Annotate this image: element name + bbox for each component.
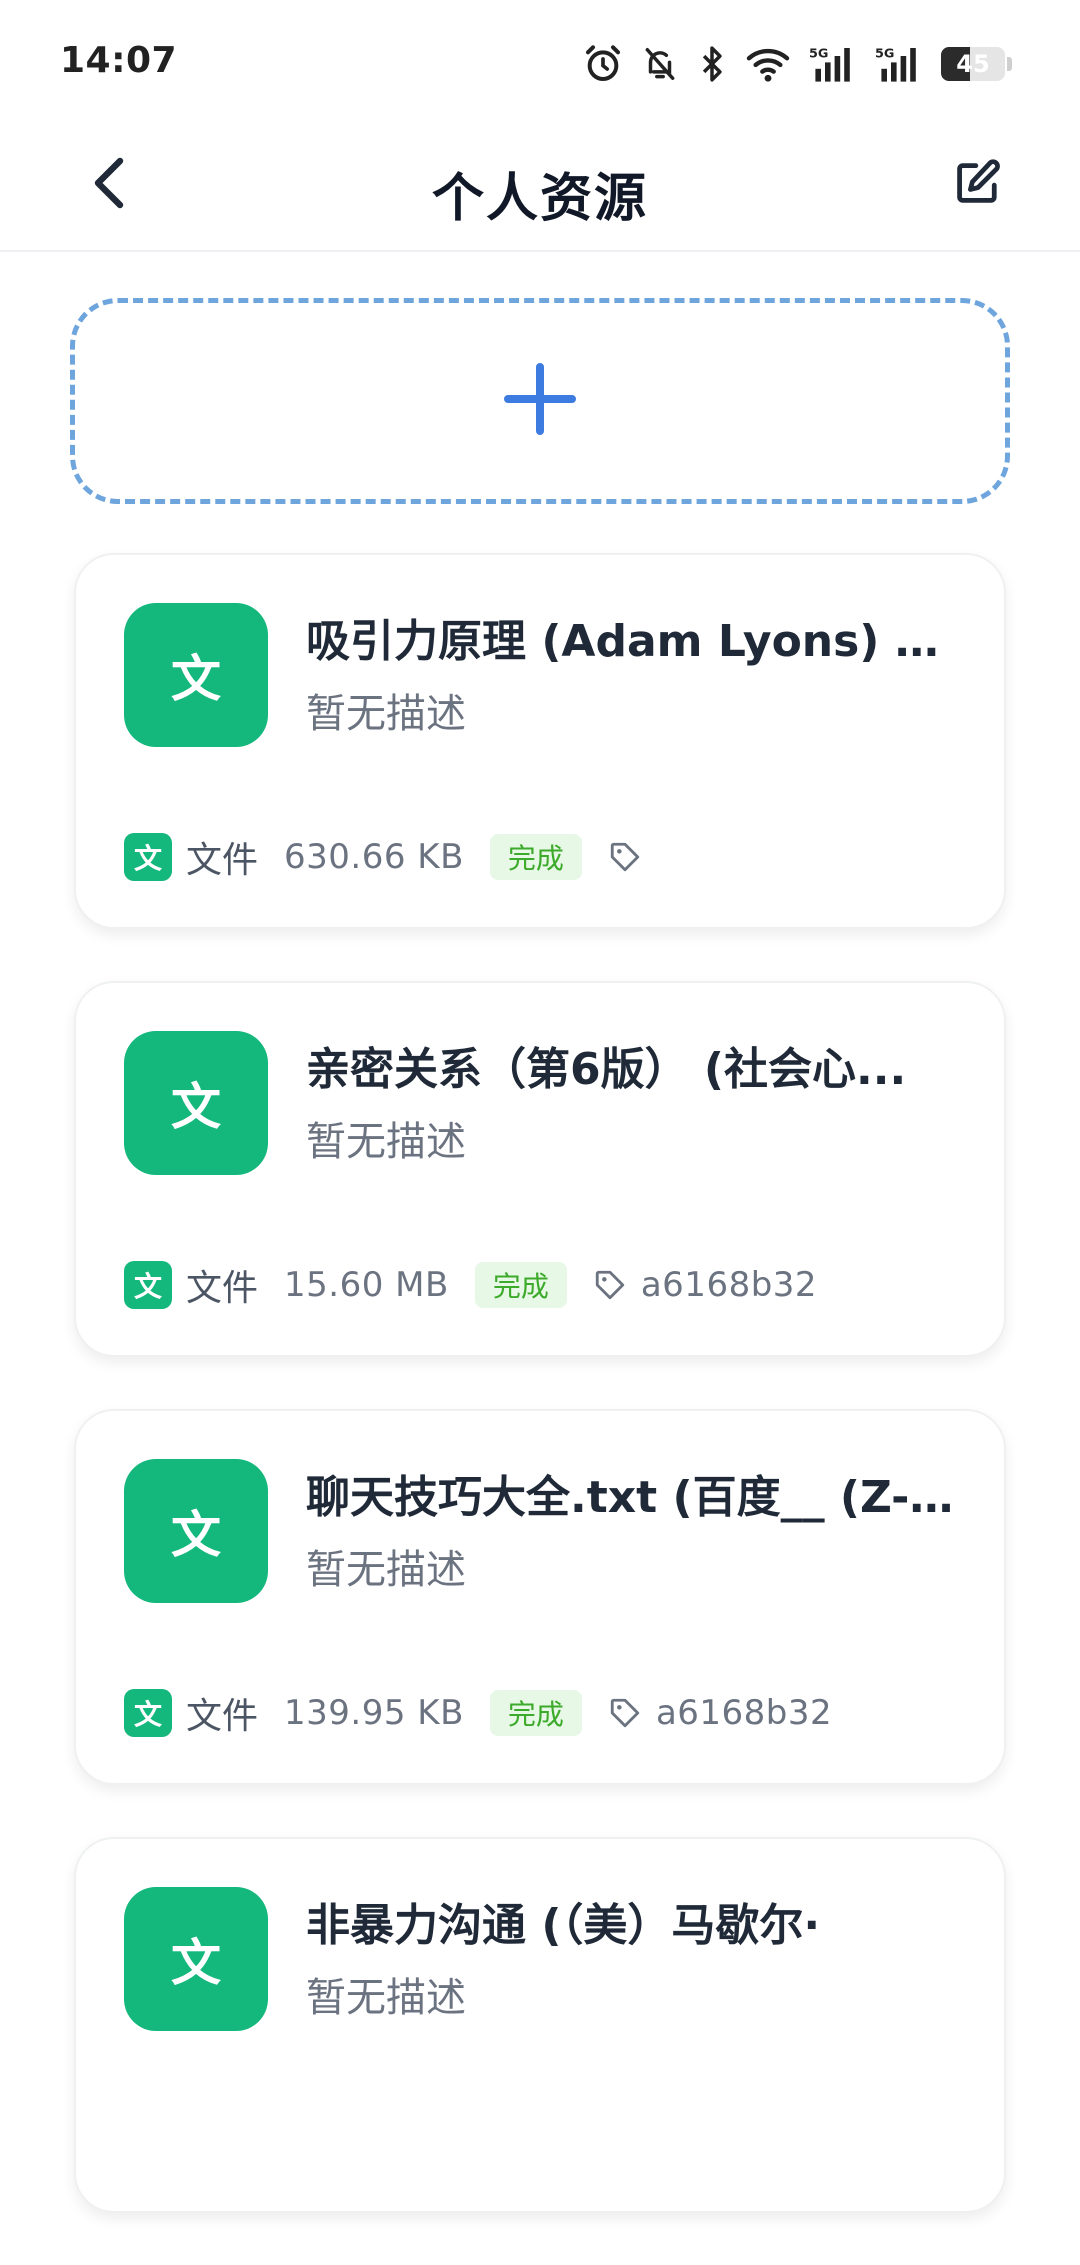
file-avatar-icon: 文 xyxy=(124,1031,268,1175)
resource-card[interactable]: 文 非暴力沟通 (（美）马歇尔· 暂无描述 xyxy=(74,1837,1006,2213)
file-type-icon: 文 xyxy=(124,1689,172,1737)
resource-description: 暂无描述 xyxy=(306,1975,466,2021)
file-type-icon: 文 xyxy=(124,833,172,881)
resource-meta: 文 文件 15.60 MB 完成 a6168b32 xyxy=(124,1261,817,1309)
file-size: 15.60 MB xyxy=(284,1265,449,1305)
tag-icon[interactable] xyxy=(593,1268,627,1302)
resource-title: 非暴力沟通 (（美）马歇尔· xyxy=(306,1900,821,1951)
status-time: 14:07 xyxy=(60,40,178,81)
battery-level: 45 xyxy=(956,50,990,78)
file-avatar-icon: 文 xyxy=(124,603,268,747)
tag-icon[interactable] xyxy=(608,840,642,874)
page-title: 个人资源 xyxy=(431,169,648,229)
add-resource-button[interactable] xyxy=(70,298,1010,504)
resource-card[interactable]: 文 聊天技巧大全.txt (百度__ (Z-... 暂无描述 文 文件 139.… xyxy=(74,1409,1006,1785)
signal-5g-icon: 5G xyxy=(809,44,857,84)
resource-description: 暂无描述 xyxy=(306,1119,466,1165)
header: 个人资源 xyxy=(0,120,1080,252)
tag-text: a6168b32 xyxy=(640,1265,818,1305)
resource-description: 暂无描述 xyxy=(306,1547,466,1593)
status-badge: 完成 xyxy=(489,1690,582,1736)
signal-5g-icon: 5G xyxy=(875,44,923,84)
status-badge: 完成 xyxy=(489,834,582,880)
file-type-label: 文件 xyxy=(186,840,259,881)
wifi-icon xyxy=(745,45,791,83)
file-avatar-icon: 文 xyxy=(124,1459,268,1603)
svg-text:5G: 5G xyxy=(875,47,894,62)
edit-button[interactable] xyxy=(948,155,1008,215)
resource-card[interactable]: 文 亲密关系（第6版） (社会心... 暂无描述 文 文件 15.60 MB 完… xyxy=(74,981,1006,1357)
tag-text: a6168b32 xyxy=(655,1693,833,1733)
resource-list: 文 吸引力原理 (Adam Lyons) (... 暂无描述 文 文件 630.… xyxy=(74,553,1006,2265)
resource-description: 暂无描述 xyxy=(306,691,466,737)
tag-icon[interactable] xyxy=(608,1696,642,1730)
status-icons: 5G 5G 45 xyxy=(583,42,1012,86)
file-size: 630.66 KB xyxy=(284,837,464,877)
file-type-label: 文件 xyxy=(186,1268,259,1309)
file-size: 139.95 KB xyxy=(284,1693,464,1733)
bluetooth-icon xyxy=(697,45,727,83)
resource-title: 聊天技巧大全.txt (百度__ (Z-... xyxy=(306,1472,956,1523)
file-avatar-icon: 文 xyxy=(124,1887,268,2031)
file-type-label: 文件 xyxy=(186,1696,259,1737)
status-badge: 完成 xyxy=(474,1262,567,1308)
edit-icon xyxy=(952,157,1004,213)
battery-icon: 45 xyxy=(941,47,1005,81)
battery-nub xyxy=(1007,57,1012,71)
plus-icon xyxy=(500,359,580,443)
resource-title: 亲密关系（第6版） (社会心... xyxy=(306,1044,907,1095)
bell-muted-icon xyxy=(641,45,679,83)
svg-text:5G: 5G xyxy=(809,47,828,62)
status-bar: 14:07 5G 5G 45 xyxy=(0,0,1080,120)
resource-meta: 文 文件 139.95 KB 完成 a6168b32 xyxy=(124,1689,832,1737)
resource-card[interactable]: 文 吸引力原理 (Adam Lyons) (... 暂无描述 文 文件 630.… xyxy=(74,553,1006,929)
file-type-icon: 文 xyxy=(124,1261,172,1309)
resource-title: 吸引力原理 (Adam Lyons) (... xyxy=(306,616,956,667)
alarm-icon xyxy=(583,44,623,84)
resource-meta: 文 文件 630.66 KB 完成 xyxy=(124,833,656,881)
